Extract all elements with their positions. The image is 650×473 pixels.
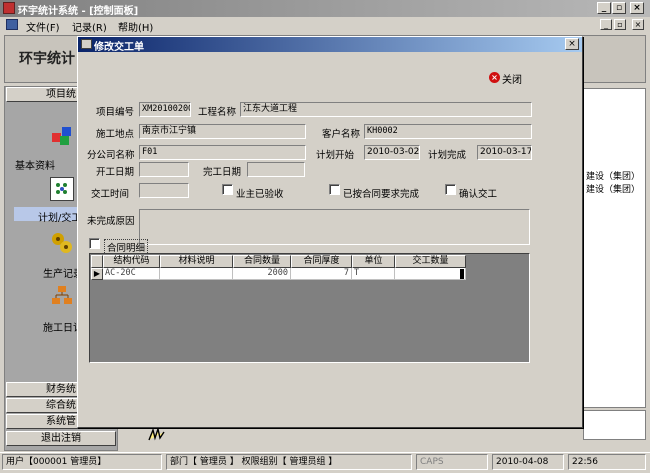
status-time: 22:56 <box>568 454 646 470</box>
plan-start-field[interactable]: 2010-03-02 <box>364 145 420 160</box>
project-no-label: 项目编号 <box>96 107 135 118</box>
grid-corner <box>91 255 103 268</box>
handover-time-field[interactable] <box>139 183 189 198</box>
cursor-hand-icon <box>145 426 169 442</box>
per-contract-checkbox[interactable] <box>329 184 340 195</box>
cubes-icon[interactable] <box>50 123 74 147</box>
status-dept: 部门【 管理员 】 权限组别【 管理员组 】 <box>166 454 412 470</box>
maximize-icon[interactable]: ▫ <box>612 2 626 14</box>
finish-date-field[interactable] <box>247 162 305 177</box>
finish-date-label: 完工日期 <box>203 167 242 178</box>
app-title: 环宇统计系统 - [控制面板] <box>18 6 139 17</box>
owner-accepted-label: 业主已验收 <box>236 189 284 200</box>
site-field[interactable]: 南京市江宁镇 <box>139 124 306 139</box>
contract-detail-checkbox[interactable] <box>89 238 100 249</box>
grid-cell-active[interactable] <box>395 268 466 280</box>
dialog-close-icon[interactable]: × <box>565 38 579 50</box>
branch-field[interactable]: F01 <box>139 145 306 160</box>
app-icon <box>3 2 15 14</box>
start-date-label: 开工日期 <box>96 167 135 178</box>
owner-accepted-checkbox[interactable] <box>222 184 233 195</box>
site-label: 施工地点 <box>96 129 135 140</box>
text-caret <box>460 269 464 279</box>
status-caps: CAPS <box>416 454 488 470</box>
dialog-icon <box>81 39 92 49</box>
grid-header-thickness[interactable]: 合同厚度 <box>291 255 352 268</box>
background-grid: 建设（集团） 建设（集团） <box>583 88 646 408</box>
sidebar-item-basic[interactable]: 基本资料 <box>15 157 55 172</box>
grid-cell[interactable]: T <box>352 268 395 280</box>
sidebar-logout[interactable]: 退出注销 <box>6 431 116 446</box>
mdi-minimize-icon[interactable]: _ <box>600 19 612 30</box>
mdi-close-icon[interactable]: × <box>632 19 644 30</box>
project-name-field[interactable]: 江东大道工程 <box>240 102 532 117</box>
grid-cell[interactable]: AC-20C <box>103 268 160 280</box>
mdi-restore-icon[interactable]: ▫ <box>614 19 626 30</box>
grid-cell[interactable]: 7 <box>291 268 352 280</box>
org-chart-icon[interactable] <box>50 284 74 308</box>
confirm-handover-label: 确认交工 <box>459 189 498 200</box>
plan-end-label: 计划完成 <box>428 150 467 161</box>
start-date-field[interactable] <box>139 162 189 177</box>
unfinished-reason-memo[interactable] <box>139 209 530 245</box>
gears-icon[interactable] <box>50 231 74 255</box>
close-circle-icon[interactable]: × <box>489 72 500 83</box>
grid-header-material[interactable]: 材料说明 <box>160 255 233 268</box>
grid-header-unit[interactable]: 单位 <box>352 255 395 268</box>
close-button[interactable]: 关闭 <box>502 71 522 86</box>
menu-help[interactable]: 帮助(H) <box>118 19 153 34</box>
plan-start-label: 计划开始 <box>316 150 355 161</box>
per-contract-label: 已按合同要求完成 <box>343 189 420 200</box>
mdi-app-icon <box>6 19 18 30</box>
row-pointer-icon: ▶ <box>91 268 103 280</box>
handover-time-label: 交工时间 <box>91 189 130 200</box>
grid-cell[interactable] <box>160 268 233 280</box>
grid-cell[interactable]: 2000 <box>233 268 291 280</box>
customer-label: 客户名称 <box>322 129 361 140</box>
app-title-bar: 环宇统计系统 - [控制面板] <box>0 0 650 17</box>
background-row: 建设（集团） <box>586 172 641 182</box>
menu-bar: 文件(F) 记录(R) 帮助(H) <box>0 17 650 34</box>
status-date: 2010-04-08 <box>492 454 564 470</box>
background-row: 建设（集团） <box>586 185 641 195</box>
grid-header-code[interactable]: 结构代码 <box>103 255 160 268</box>
dialog-title-bar: 修改交工单 <box>78 37 582 53</box>
minimize-icon[interactable]: _ <box>597 2 611 14</box>
project-name-label: 工程名称 <box>198 107 237 118</box>
plan-grid-icon[interactable] <box>50 177 74 201</box>
confirm-handover-checkbox[interactable] <box>445 184 456 195</box>
sidebar-item-plan[interactable]: 计划/交工 <box>38 209 81 224</box>
background-panel <box>583 410 646 440</box>
control-panel-title: 环宇统计 <box>19 51 75 67</box>
menu-file[interactable]: 文件(F) <box>26 19 60 34</box>
status-user: 用户【000001 管理员】 <box>2 454 162 470</box>
window-close-icon[interactable]: × <box>630 2 644 14</box>
plan-end-field[interactable]: 2010-03-17 <box>477 145 532 160</box>
grid-header-qty[interactable]: 合同数量 <box>233 255 291 268</box>
unfinished-reason-label: 未完成原因 <box>87 216 135 227</box>
grid-header-handover-qty[interactable]: 交工数量 <box>395 255 466 268</box>
customer-field[interactable]: KH0002 <box>364 124 532 139</box>
project-no-field[interactable]: XM20100200 <box>139 102 191 117</box>
branch-label: 分公司名称 <box>87 150 135 161</box>
menu-record[interactable]: 记录(R) <box>72 19 107 34</box>
dialog-title: 修改交工单 <box>94 42 144 53</box>
